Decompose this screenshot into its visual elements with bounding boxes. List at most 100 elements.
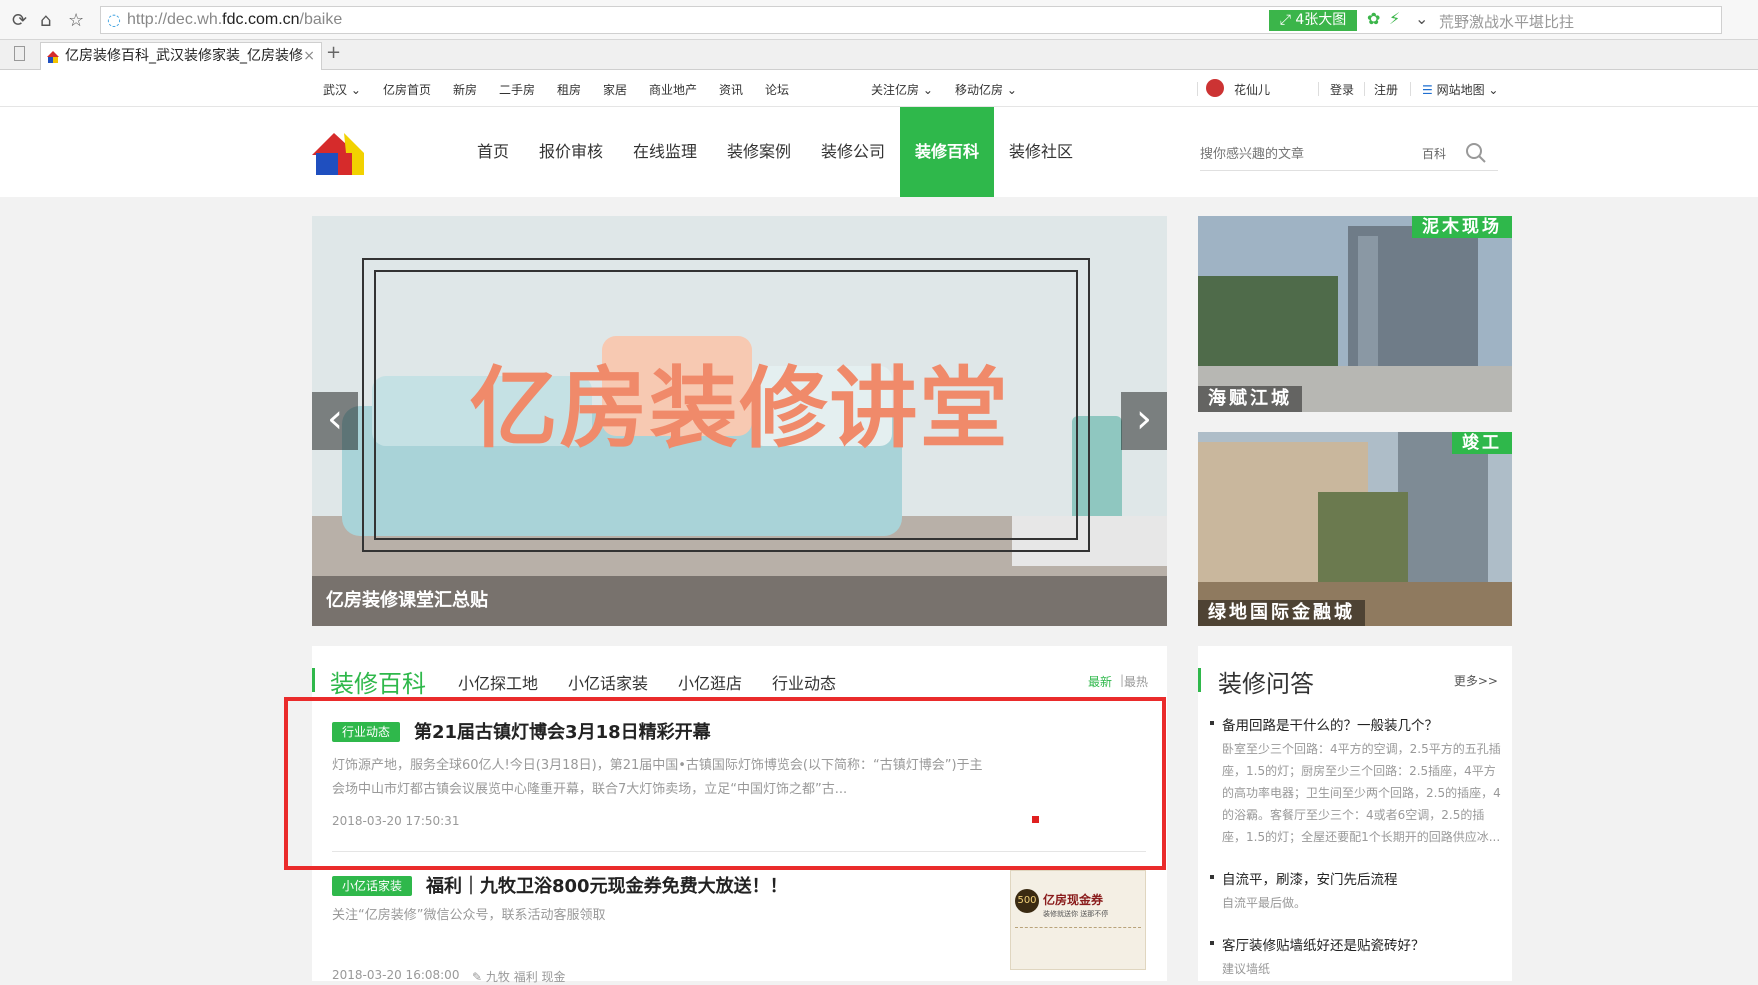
tab-shop-visit[interactable]: 小亿逛店 (678, 670, 742, 694)
banner-prev-button[interactable]: ‹ (312, 392, 358, 450)
extension-icon[interactable]: ✿ (1367, 9, 1380, 28)
top-link-commercial[interactable]: 商业地产 (649, 81, 697, 98)
banner-title: 亿房装修讲堂 (469, 357, 1010, 460)
url-field[interactable]: ◌ http://dec.wh.fdc.com.cn/baike ⤢ 4张大图 … (100, 6, 1722, 34)
avatar[interactable] (1206, 79, 1224, 97)
banner-next-button[interactable]: › (1121, 392, 1167, 450)
section-title: 装修百科 (330, 670, 426, 698)
sort-latest[interactable]: 最新 (1088, 673, 1112, 690)
site-logo[interactable] (312, 131, 364, 175)
project-tag-2: 竣工 (1452, 432, 1512, 454)
article-desc: 关注“亿房装修”微信公众号，联系活动客服领取 (332, 908, 606, 923)
qa-answer: 建议墙纸 (1222, 962, 1271, 976)
divider (1364, 82, 1365, 96)
coupon-stub (1015, 927, 1141, 967)
coupon-value-badge: 500 (1015, 889, 1039, 913)
top-link-home-furnish[interactable]: 家居 (603, 81, 627, 98)
url-text: http://dec.wh.fdc.com.cn/baike (127, 11, 343, 28)
article-title[interactable]: 福利｜九牧卫浴800元现金券免费大放送！！ (426, 872, 788, 898)
nav-quote-review[interactable]: 报价审核 (530, 107, 612, 197)
register-link[interactable]: 注册 (1374, 81, 1398, 98)
nav-cases[interactable]: 装修案例 (718, 107, 800, 197)
article-item[interactable]: 小亿话家装 福利｜九牧卫浴800元现金券免费大放送！！ 关注“亿房装修”微信公众… (332, 870, 1146, 984)
article-tags: ✎ 九牧 福利 现金 (472, 970, 566, 984)
chevron-down-icon[interactable]: ⌄ (1415, 9, 1428, 28)
tab-home-talk[interactable]: 小亿话家装 (568, 670, 648, 694)
nav-community[interactable]: 装修社区 (1000, 107, 1082, 197)
qa-item[interactable]: 客厅装修贴墙纸好还是贴瓷砖好？ 建议墙纸 (1210, 934, 1502, 980)
browser-tab[interactable]: 亿房装修百科_武汉装修家装_亿房装修 × (40, 42, 322, 70)
divider (1318, 82, 1319, 96)
browser-tab-strip: 亿房装修百科_武汉装修家装_亿房装修 × + (0, 40, 1758, 70)
mobile-dropdown[interactable]: 移动亿房 ⌄ (955, 81, 1017, 98)
section-bar (1198, 668, 1201, 692)
qa-answer: 自流平最后做。 (1222, 896, 1307, 910)
coupon-title: 亿房现金券 (1043, 893, 1104, 907)
qa-question[interactable]: 自流平，刷漆，安门先后流程 (1210, 868, 1502, 888)
qa-section: 装修问答 更多>> 备用回路是干什么的？一般装几个？ 卧室至少三个回路：4平方的… (1198, 646, 1512, 981)
sidebar-toggle-icon[interactable] (14, 46, 25, 61)
image-count-button[interactable]: ⤢ 4张大图 (1269, 10, 1357, 31)
login-link[interactable]: 登录 (1330, 81, 1354, 98)
reload-icon[interactable]: ⟳ (12, 10, 27, 31)
project-card-1[interactable]: 泥木现场 海赋江城 (1198, 216, 1512, 412)
qa-question[interactable]: 客厅装修贴墙纸好还是贴瓷砖好？ (1210, 934, 1502, 954)
top-link-forum[interactable]: 论坛 (765, 81, 789, 98)
search-icon[interactable] (1466, 143, 1486, 163)
top-link-home[interactable]: 亿房首页 (383, 81, 431, 98)
nav-companies[interactable]: 装修公司 (812, 107, 894, 197)
search-suggestion[interactable]: 荒野激战水平堪比拄 (1439, 11, 1574, 32)
project-tag-1: 泥木现场 (1412, 216, 1512, 238)
nav-baike[interactable]: 装修百科 (900, 107, 994, 197)
qa-item[interactable]: 备用回路是干什么的？一般装几个？ 卧室至少三个回路：4平方的空调，2.5平方的五… (1210, 714, 1502, 848)
project-photo-2 (1198, 432, 1512, 626)
nav-home[interactable]: 首页 (464, 107, 522, 197)
nav-online-supervision[interactable]: 在线监理 (624, 107, 706, 197)
list-icon: ☰ (1422, 83, 1437, 97)
tab-site-visit[interactable]: 小亿探工地 (458, 670, 538, 694)
top-link-news[interactable]: 资讯 (719, 81, 743, 98)
favicon-icon (47, 51, 59, 63)
globe-icon: ◌ (107, 10, 121, 29)
top-link-new[interactable]: 新房 (453, 81, 477, 98)
divider (1197, 82, 1198, 96)
site-header: 首页 报价审核 在线监理 装修案例 装修公司 装修百科 装修社区 百科 (0, 107, 1758, 197)
top-link-rent[interactable]: 租房 (557, 81, 581, 98)
search-input[interactable] (1200, 141, 1406, 165)
close-tab-icon[interactable]: × (303, 43, 315, 69)
new-tab-button[interactable]: + (326, 42, 341, 63)
divider (1410, 82, 1411, 96)
search-category[interactable]: 百科 (1422, 145, 1446, 162)
top-link-resale[interactable]: 二手房 (499, 81, 535, 98)
article-badge[interactable]: 小亿话家装 (332, 876, 413, 896)
article-date: 2018-03-20 16:08:00 (332, 968, 460, 982)
tag-icon: ✎ (472, 970, 486, 984)
section-bar (312, 668, 315, 692)
lightning-icon[interactable]: ⚡ (1389, 9, 1400, 28)
qa-question[interactable]: 备用回路是干什么的？一般装几个？ (1210, 714, 1502, 734)
follow-dropdown[interactable]: 关注亿房 ⌄ (871, 81, 933, 98)
project-photo-1 (1198, 216, 1512, 412)
browser-address-bar: ⟳ ⌂ ☆ ◌ http://dec.wh.fdc.com.cn/baike ⤢… (0, 0, 1758, 40)
star-icon[interactable]: ☆ (68, 10, 84, 31)
project-card-2[interactable]: 竣工 绿地国际金融城 (1198, 432, 1512, 626)
sitemap-dropdown[interactable]: ☰ 网站地图 ⌄ (1422, 81, 1498, 98)
home-icon[interactable]: ⌂ (40, 10, 51, 31)
sort-hottest[interactable]: 最热 (1124, 673, 1148, 690)
tab-industry-news[interactable]: 行业动态 (772, 670, 836, 694)
site-top-bar: 武汉 ⌄ 亿房首页 新房 二手房 租房 家居 商业地产 资讯 论坛 关注亿房 ⌄… (0, 70, 1758, 107)
qa-item[interactable]: 自流平，刷漆，安门先后流程 自流平最后做。 (1210, 868, 1502, 914)
search-box: 百科 (1200, 135, 1498, 171)
city-selector[interactable]: 武汉 ⌄ (323, 81, 361, 98)
expand-icon: ⤢ (1279, 12, 1296, 28)
highlight-annotation-box (284, 697, 1166, 870)
hero-banner[interactable]: 亿房装修讲堂 亿房装修课堂汇总贴 ‹ › (312, 216, 1167, 626)
qa-more-link[interactable]: 更多>> (1454, 672, 1498, 689)
user-name[interactable]: 花仙儿 (1234, 81, 1270, 98)
coupon-subtitle: 装修就送你 送那不停 (1043, 910, 1109, 918)
banner-caption[interactable]: 亿房装修课堂汇总贴 (312, 576, 1167, 626)
project-name-2: 绿地国际金融城 (1198, 600, 1365, 626)
qa-answer: 卧室至少三个回路：4平方的空调，2.5平方的五孔插座，1.5的灯；厨房至少三个回… (1222, 742, 1501, 844)
coupon-thumbnail[interactable]: 500 亿房现金券 装修就送你 送那不停 (1010, 870, 1146, 970)
qa-title: 装修问答 (1218, 670, 1314, 698)
